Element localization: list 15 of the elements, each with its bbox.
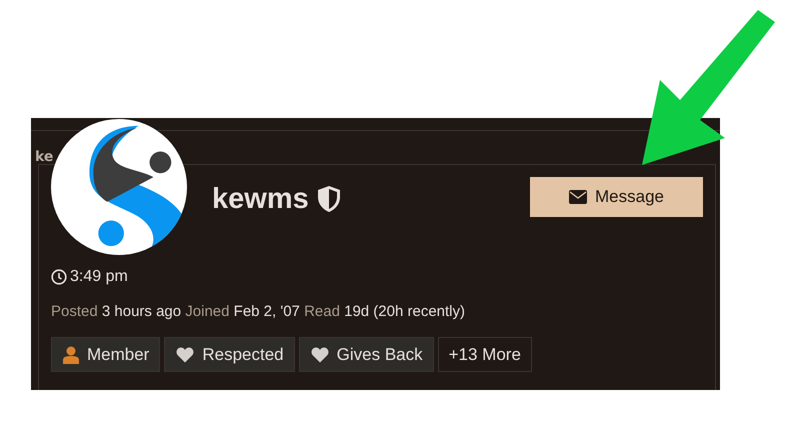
envelope-icon — [569, 190, 587, 204]
username-label: ke — [35, 150, 54, 164]
message-button[interactable]: Message — [530, 177, 703, 217]
badge: Member — [51, 337, 160, 372]
person-icon — [63, 346, 79, 364]
badge: Respected — [164, 337, 295, 372]
clock-icon — [51, 269, 67, 285]
shield-icon — [316, 185, 341, 213]
heart-icon — [310, 346, 329, 362]
heart-icon — [176, 346, 194, 362]
badge: Gives Back — [298, 337, 434, 372]
user-stats: Posted 3 hours ago Joined Feb 2, '07 Read 19d (20h recently) — [51, 303, 466, 320]
local-time: 3:49 pm — [51, 268, 128, 286]
more-badges-button[interactable]: +13 More — [438, 337, 532, 372]
username: kewms — [212, 182, 309, 216]
